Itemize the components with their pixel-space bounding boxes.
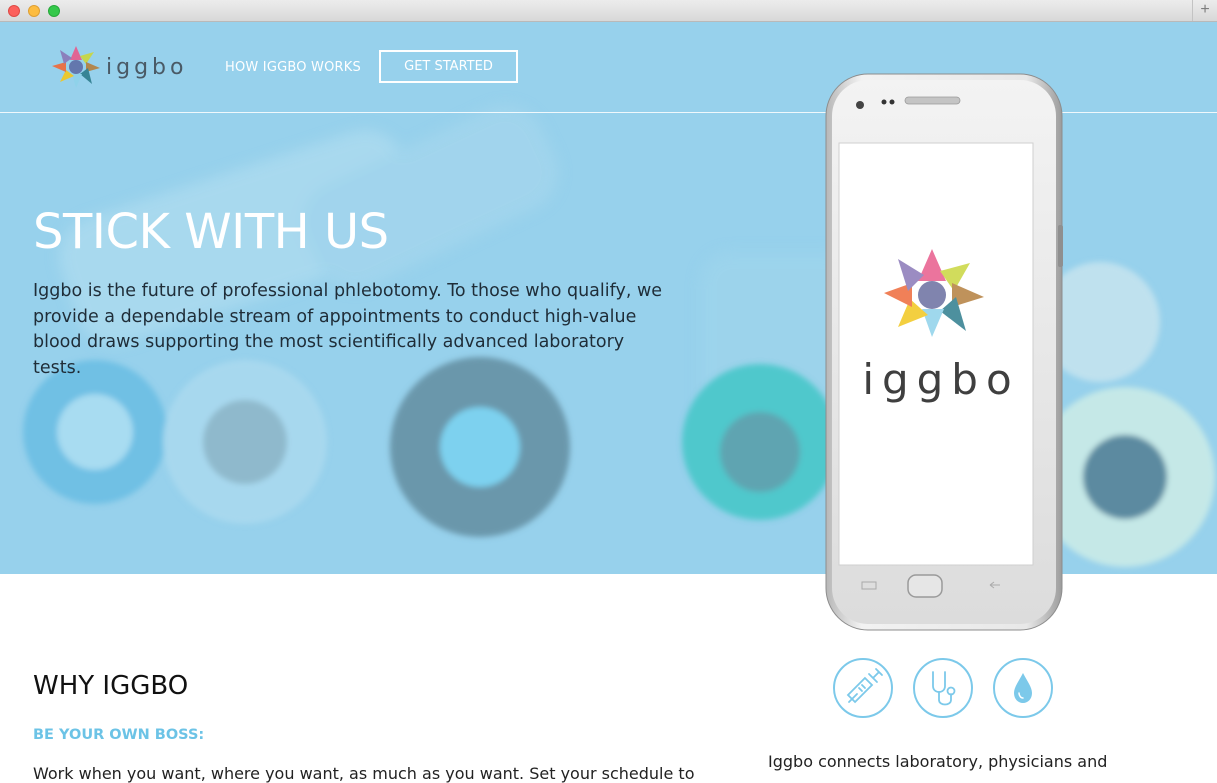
stethoscope-icon — [913, 658, 973, 718]
blood-drop-icon — [993, 658, 1053, 718]
zoom-window-button[interactable] — [48, 5, 60, 17]
be-your-own-boss-subheading: BE YOUR OWN BOSS: — [33, 727, 205, 743]
hero-description: Iggbo is the future of professional phle… — [33, 281, 663, 379]
screen-logo-flower-icon — [884, 249, 984, 337]
screen-logo-wordmark: iggbo — [862, 355, 1020, 404]
minimize-window-button[interactable] — [28, 5, 40, 17]
syringe-icon — [833, 658, 893, 718]
logo-flower-icon — [52, 46, 100, 88]
browser-titlebar: + — [0, 0, 1217, 22]
features-description: Iggbo connects laboratory, physicians an… — [768, 752, 1108, 771]
why-iggbo-heading: WHY IGGBO — [33, 671, 189, 701]
phone-mockup: iggbo — [822, 70, 1066, 635]
nav-how-it-works-link[interactable]: HOW IGGBO WORKS — [225, 60, 361, 75]
close-window-button[interactable] — [8, 5, 20, 17]
logo-wordmark: iggbo — [106, 55, 188, 80]
hero-title: STICK WITH US — [33, 204, 389, 260]
work-description: Work when you want, where you want, as m… — [33, 764, 695, 783]
new-tab-button[interactable]: + — [1192, 0, 1217, 21]
get-started-button[interactable]: GET STARTED — [379, 50, 518, 83]
